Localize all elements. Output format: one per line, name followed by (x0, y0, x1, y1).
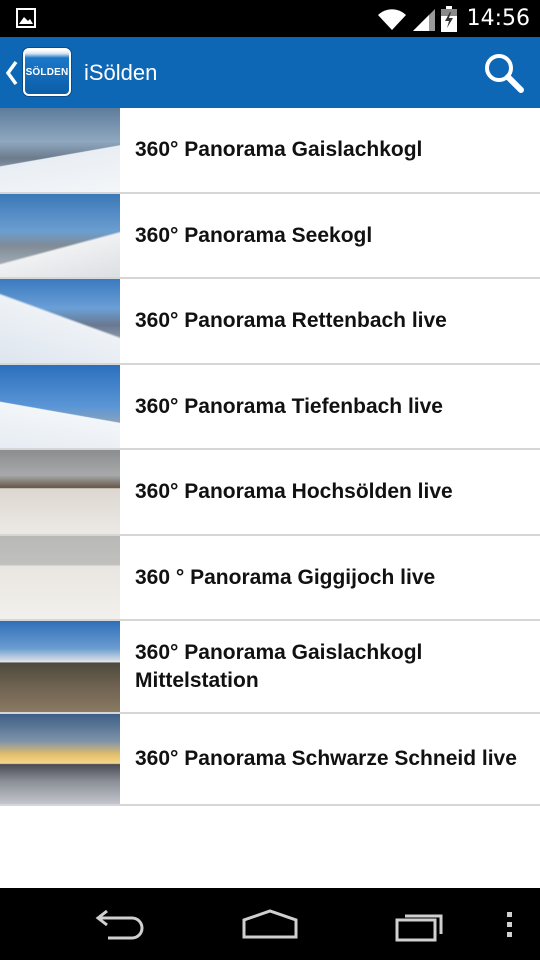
list-item[interactable]: 360° Panorama Seekogl (0, 194, 540, 279)
list-item[interactable]: 360° Panorama Hochsölden live (0, 450, 540, 536)
webcam-thumbnail (0, 450, 120, 534)
list-item[interactable]: 360° Panorama Schwarze Schneid live (0, 714, 540, 806)
webcam-thumbnail (0, 536, 120, 619)
clock: 14:56 (466, 6, 530, 31)
webcam-thumbnail (0, 194, 120, 277)
battery-icon (440, 5, 457, 32)
list-item-label: 360° Panorama Schwarze Schneid live (135, 747, 517, 770)
list-item-label: 360° Panorama Hochsölden live (135, 480, 453, 503)
gallery-notification-icon (16, 8, 36, 28)
back-chevron-icon[interactable] (4, 59, 20, 87)
app-logo[interactable]: SÖLDEN (23, 48, 71, 96)
list-item[interactable]: 360° Panorama Gaislachkogl (0, 108, 540, 194)
list-item-label: 360° Panorama Gaislachkogl Mittelstation (135, 640, 423, 692)
list-item-label: 360 ° Panorama Giggijoch live (135, 565, 436, 589)
status-bar: 14:56 (0, 0, 540, 37)
recent-apps-icon[interactable] (393, 908, 449, 942)
wifi-icon (377, 8, 406, 30)
list-item-label: 360° Panorama Tiefenbach live (135, 394, 443, 418)
home-icon[interactable] (240, 908, 300, 940)
signal-icon (412, 8, 435, 31)
page-title: iSölden (84, 60, 158, 85)
list-item-label: 360° Panorama Rettenbach live (135, 309, 447, 332)
action-bar: SÖLDEN iSölden (0, 37, 540, 108)
back-icon[interactable] (92, 908, 148, 942)
webcam-thumbnail (0, 108, 120, 192)
webcam-list: 360° Panorama Gaislachkogl 360° Panorama… (0, 108, 540, 888)
list-item-label: 360° Panorama Gaislachkogl (135, 138, 423, 161)
list-item[interactable]: 360 ° Panorama Giggijoch live (0, 536, 540, 621)
status-icons: 14:56 (377, 0, 530, 37)
overflow-menu-icon[interactable] (500, 906, 520, 944)
list-item-label: 360° Panorama Seekogl (135, 223, 373, 247)
webcam-thumbnail (0, 365, 120, 448)
list-item[interactable]: 360° Panorama Gaislachkogl Mittelstation (0, 621, 540, 714)
navigation-bar (0, 888, 540, 960)
webcam-thumbnail (0, 714, 120, 804)
app-logo-text: SÖLDEN (25, 66, 69, 78)
search-icon[interactable] (482, 51, 526, 95)
list-item[interactable]: 360° Panorama Tiefenbach live (0, 365, 540, 450)
list-item[interactable]: 360° Panorama Rettenbach live (0, 279, 540, 365)
webcam-thumbnail (0, 621, 120, 712)
webcam-thumbnail (0, 279, 120, 363)
